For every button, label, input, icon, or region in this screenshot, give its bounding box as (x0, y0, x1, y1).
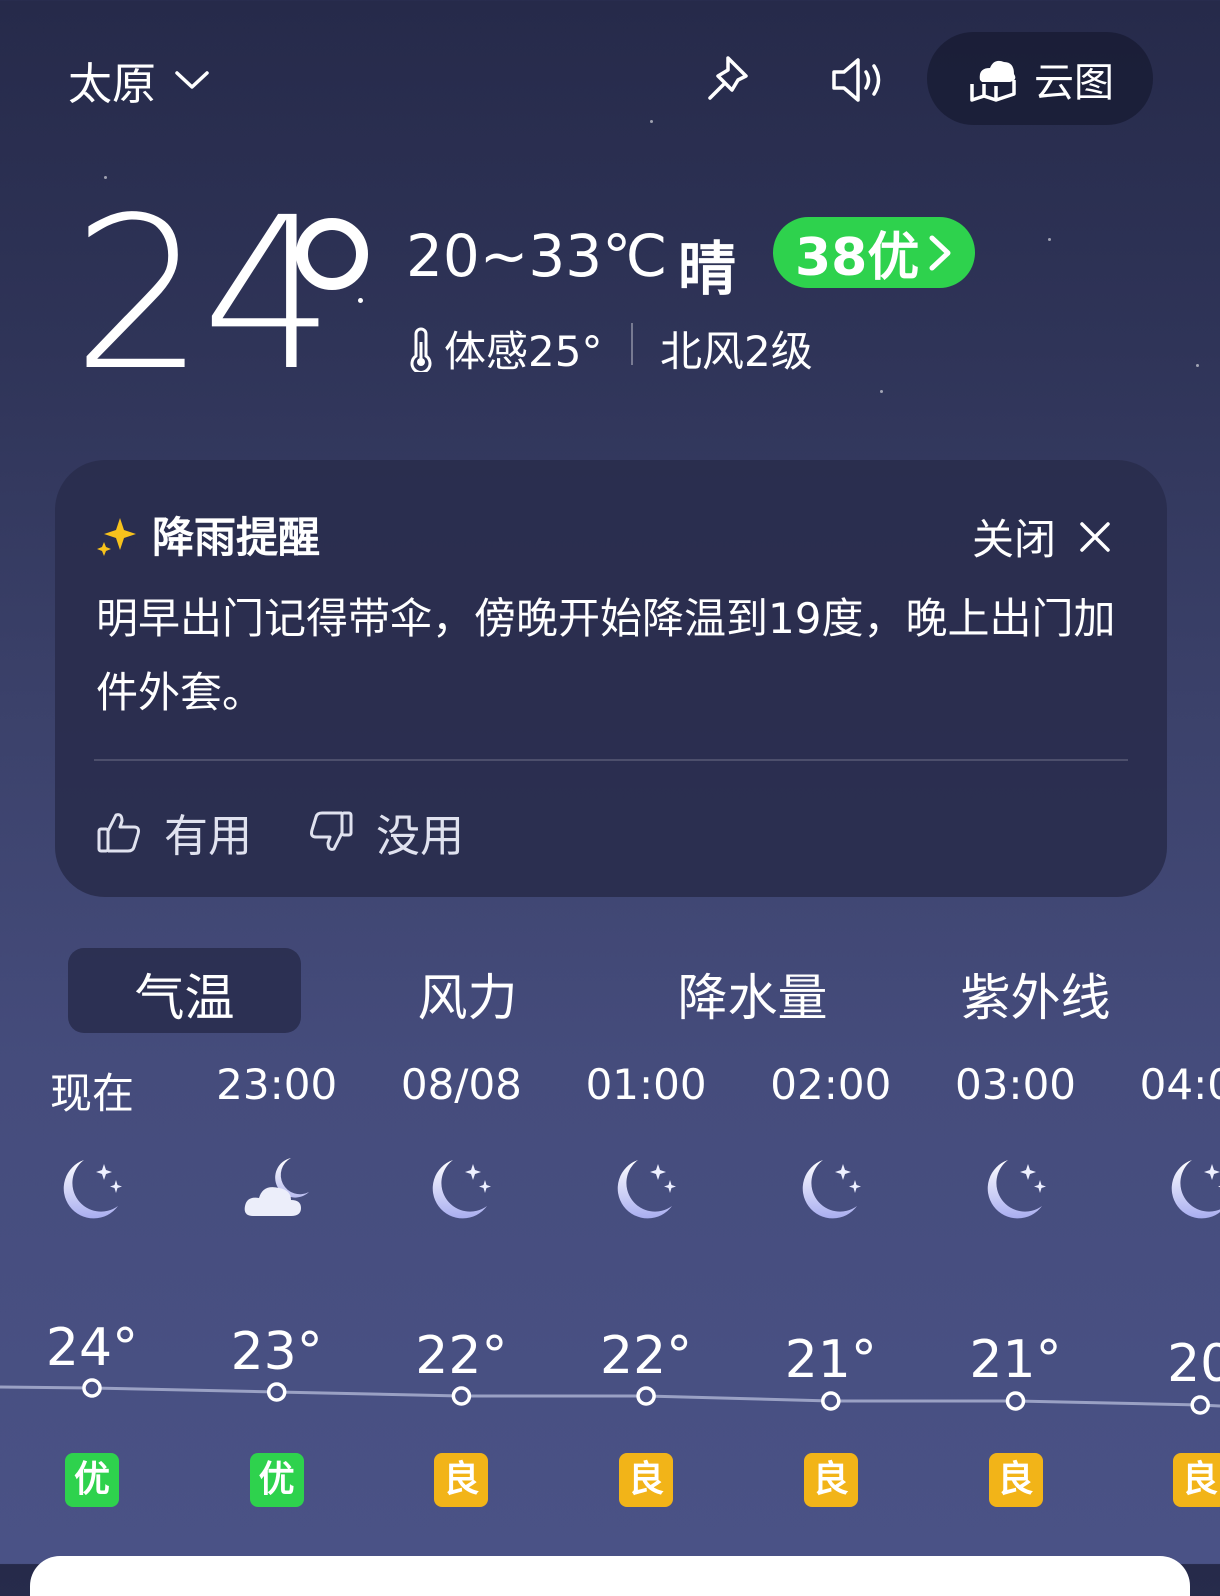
hour-temperature: 22° (415, 1326, 508, 1386)
tab-wind[interactable]: 风力 (351, 958, 584, 1030)
divider (631, 323, 633, 365)
useless-button[interactable]: 没用 (308, 800, 464, 864)
bottom-sheet[interactable] (30, 1556, 1190, 1596)
moon-stars-icon (978, 1150, 1058, 1230)
temperature-point (266, 1382, 287, 1402)
speaker-icon (832, 58, 881, 102)
hour-aqi-badge: 良 (1173, 1453, 1220, 1507)
hour-time: 08/08 (400, 1060, 522, 1109)
hour-time: 23:00 (216, 1060, 338, 1109)
hour-temperature: 23° (230, 1322, 323, 1382)
tab-precipitation[interactable]: 降水量 (636, 958, 869, 1030)
city-selector[interactable]: 太原 (68, 48, 210, 112)
moon-stars-icon (1162, 1150, 1220, 1230)
star-decoration (880, 390, 883, 393)
useful-label: 有用 (164, 811, 252, 862)
hour-aqi-badge: 良 (434, 1453, 489, 1507)
close-icon (1080, 521, 1110, 552)
moon-stars-icon (423, 1150, 503, 1230)
pin-button[interactable] (698, 50, 758, 110)
degree-symbol (296, 218, 368, 290)
alert-title: 降雨提醒 (152, 513, 321, 562)
hour-time: 02:00 (770, 1060, 892, 1109)
alert-close-button[interactable]: 关闭 (972, 506, 1112, 567)
hour-time: 01:00 (585, 1060, 707, 1109)
pin-icon (708, 56, 748, 100)
sparkle-icon (97, 517, 136, 556)
hour-time: 现在 (49, 1069, 134, 1118)
useful-button[interactable]: 有用 (96, 800, 252, 864)
star-decoration (1048, 238, 1051, 241)
hour-aqi-badge: 优 (65, 1453, 119, 1507)
hour-aqi-badge: 优 (249, 1453, 304, 1507)
weather-condition: 晴 (678, 235, 737, 303)
useless-label: 没用 (376, 811, 464, 862)
thumbs-up-icon (97, 813, 140, 853)
moon-stars-icon (608, 1150, 688, 1230)
temperature-point (636, 1386, 656, 1406)
wind-info: 北风2级 (660, 327, 813, 376)
hour-temperature: 22° (600, 1326, 693, 1386)
hour-time: 03:00 (954, 1060, 1077, 1109)
alert-divider (94, 759, 1128, 761)
chevron-right-icon (929, 235, 951, 270)
star-decoration (358, 298, 363, 303)
star-decoration (650, 120, 653, 123)
temperature-point (1005, 1391, 1026, 1411)
alert-message: 明早出门记得带伞，傍晚开始降温到19度，晚上出门加件外套。 (96, 594, 1116, 717)
aqi-badge[interactable]: 38优 (773, 217, 976, 288)
hour-temperature: 20 (1167, 1334, 1220, 1394)
chevron-down-icon (175, 71, 209, 89)
cloudy-night-icon (239, 1150, 319, 1230)
hour-aqi-badge: 良 (803, 1453, 858, 1507)
temperature-point (82, 1378, 102, 1398)
thumbs-down-icon (310, 811, 353, 851)
thermometer-icon (410, 327, 432, 372)
current-temperature: 24 (72, 172, 335, 417)
hour-temperature: 21° (969, 1330, 1062, 1390)
cloud-map-button[interactable]: 云图 (927, 32, 1153, 125)
tab-temperature[interactable]: 气温 (68, 958, 301, 1030)
cloud-map-label: 云图 (1034, 59, 1114, 106)
temperature-point (821, 1391, 841, 1411)
speaker-button[interactable] (828, 50, 888, 110)
moon-stars-icon (54, 1150, 134, 1230)
close-label: 关闭 (972, 515, 1057, 564)
city-name: 太原 (68, 59, 156, 110)
aqi-value: 38优 (795, 228, 920, 288)
feels-like-label: 体感25° (444, 327, 603, 376)
feels-like: 体感25° (406, 318, 602, 379)
alert-header: 降雨提醒 (96, 504, 320, 565)
hour-time: 04:00 (1139, 1060, 1220, 1109)
hour-aqi-badge: 良 (619, 1453, 674, 1507)
temperature-point (451, 1386, 472, 1406)
hour-temperature: 21° (784, 1330, 877, 1390)
star-decoration (1196, 364, 1199, 367)
hour-aqi-badge: 良 (988, 1453, 1043, 1507)
temperature-range: 20~33℃ (406, 222, 668, 290)
moon-stars-icon (793, 1150, 873, 1230)
cloud-map-icon (970, 60, 1016, 102)
temperature-point (1190, 1395, 1210, 1415)
tab-uv[interactable]: 紫外线 (919, 958, 1152, 1030)
hour-temperature: 24° (45, 1318, 139, 1378)
